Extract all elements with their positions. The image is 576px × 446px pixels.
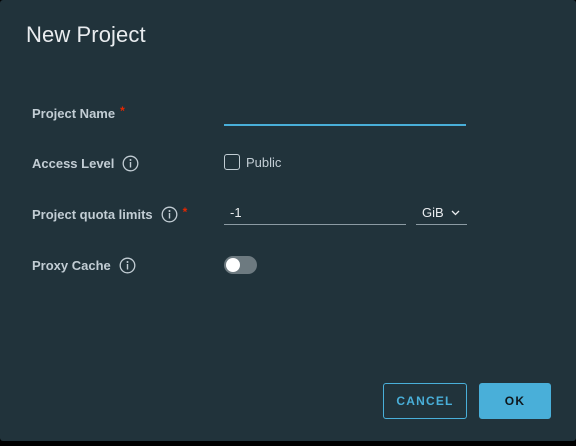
access-level-row: Access Level Public (32, 154, 576, 184)
info-icon[interactable] (119, 257, 136, 274)
proxy-cache-row: Proxy Cache (32, 256, 576, 286)
quota-unit-select[interactable]: GiB (416, 201, 467, 225)
info-icon[interactable] (122, 155, 139, 172)
proxy-cache-label: Proxy Cache (32, 256, 136, 274)
cancel-button[interactable]: CANCEL (383, 383, 467, 419)
new-project-dialog: New Project Project Name * Access Level … (0, 0, 576, 441)
chevron-down-icon (451, 210, 460, 216)
required-marker: * (120, 104, 125, 118)
project-name-row: Project Name * (32, 102, 576, 134)
dialog-title: New Project (26, 22, 146, 47)
quota-label: Project quota limits * (32, 205, 188, 223)
project-name-input[interactable] (224, 102, 466, 126)
required-marker: * (182, 205, 188, 219)
quota-input[interactable] (224, 201, 406, 225)
proxy-cache-toggle[interactable] (224, 256, 257, 274)
toggle-knob (226, 258, 240, 272)
public-checkbox-label[interactable]: Public (246, 154, 281, 170)
quota-row: Project quota limits * GiB (32, 201, 576, 235)
access-level-label: Access Level (32, 154, 139, 172)
ok-button[interactable]: OK (479, 383, 551, 419)
public-checkbox[interactable] (224, 154, 240, 170)
info-icon[interactable] (161, 206, 178, 223)
project-name-label: Project Name * (32, 104, 125, 121)
